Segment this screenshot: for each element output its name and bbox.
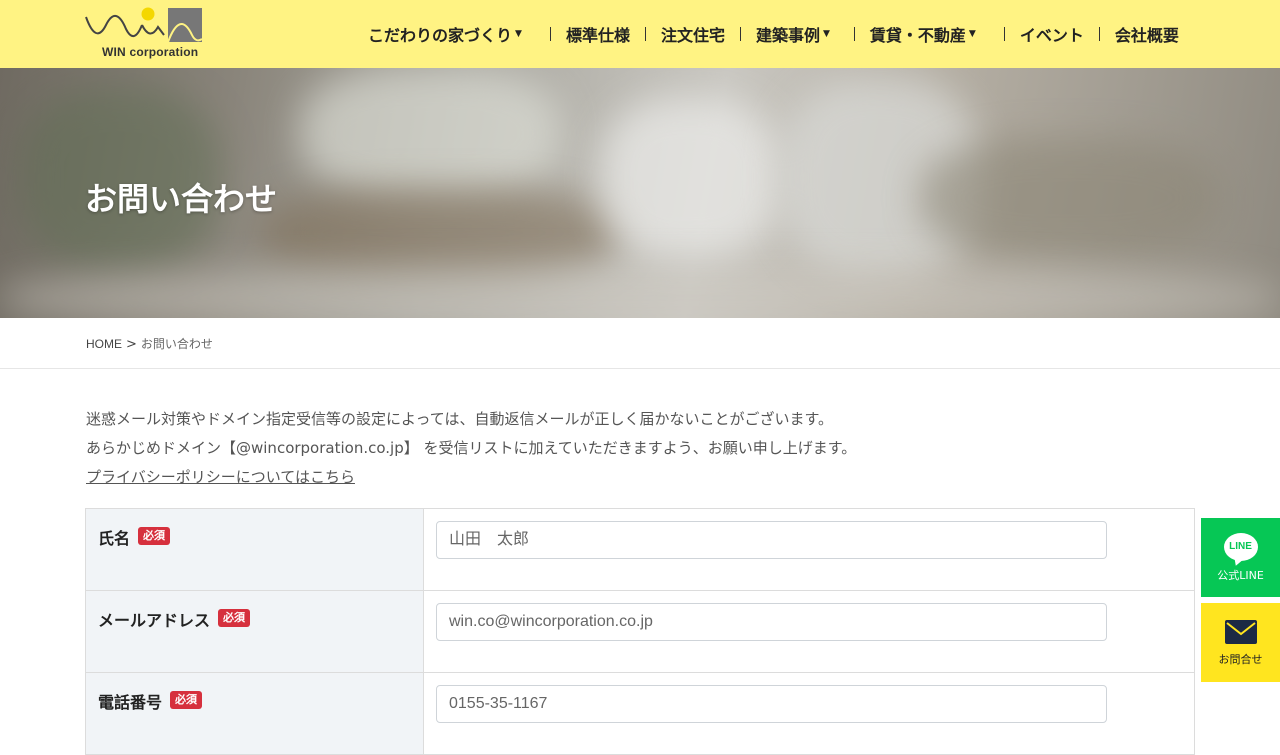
caret-down-icon: ▼ <box>822 29 830 39</box>
contact-button-label: お問合せ <box>1218 652 1263 666</box>
site-header: WIN corporation こだわりの家づくり ▼ 標準仕様 注文住宅 建築… <box>0 0 1280 68</box>
breadcrumb-current: お問い合わせ <box>140 337 213 351</box>
nav-label: イベント <box>1019 26 1084 45</box>
nav-label: 賃貸・不動産 <box>869 26 966 45</box>
nav-separator <box>1003 27 1005 41</box>
contact-button[interactable]: お問合せ <box>1201 603 1280 682</box>
nav-separator <box>1098 27 1100 41</box>
privacy-policy-link[interactable]: プライバシーポリシーについてはこちら <box>86 468 355 486</box>
logo-icon <box>85 7 203 43</box>
field-cell <box>424 509 1194 590</box>
required-badge: 必須 <box>170 691 203 709</box>
hero-background-blur <box>0 268 1280 318</box>
nav-item-rental[interactable]: 賃貸・不動産 ▼ <box>870 22 976 46</box>
name-input[interactable] <box>436 521 1107 559</box>
nav-item-company[interactable]: 会社概要 <box>1115 22 1179 46</box>
field-label: メールアドレス <box>98 611 211 630</box>
form-row-name: 氏名 必須 <box>86 509 1194 591</box>
nav-separator <box>853 27 855 41</box>
required-badge: 必須 <box>138 527 171 545</box>
line-icon-text: LINE <box>1229 541 1252 552</box>
field-label-cell: 氏名 必須 <box>86 509 424 590</box>
hero-background-blur <box>600 98 780 258</box>
form-row-phone: 電話番号 必須 <box>86 673 1194 755</box>
required-badge: 必須 <box>218 609 251 627</box>
field-cell <box>424 673 1194 754</box>
nav-label: 建築事例 <box>755 26 820 45</box>
field-label: 氏名 <box>98 529 131 548</box>
nav-label: 標準仕様 <box>565 26 630 45</box>
caret-down-icon: ▼ <box>968 29 976 39</box>
field-cell <box>424 591 1194 672</box>
hero-background-blur <box>260 188 620 278</box>
section-divider <box>0 368 1280 369</box>
logo-text: WIN corporation <box>102 45 199 59</box>
contact-form: 氏名 必須 メールアドレス 必須 電話番号 必須 <box>85 508 1195 755</box>
nav-item-custom-home[interactable]: 注文住宅 <box>661 22 725 46</box>
nav-label: 会社概要 <box>1114 26 1179 45</box>
breadcrumb: HOME > お問い合わせ <box>86 335 213 352</box>
nav-separator <box>549 27 551 41</box>
phone-input[interactable] <box>436 685 1107 723</box>
line-button-label: 公式LINE <box>1217 568 1264 582</box>
nav-item-events[interactable]: イベント <box>1020 22 1084 46</box>
line-icon: LINE <box>1223 532 1258 561</box>
breadcrumb-separator: > <box>126 337 137 352</box>
form-notice: 迷惑メール対策やドメイン指定受信等の設定によっては、自動返信メールが正しく届かな… <box>86 405 856 492</box>
breadcrumb-home-link[interactable]: HOME <box>86 337 122 351</box>
nav-item-works[interactable]: 建築事例 ▼ <box>756 22 830 46</box>
line-official-button[interactable]: LINE 公式LINE <box>1201 518 1280 597</box>
notice-line: あらかじめドメイン【@wincorporation.co.jp】 を受信リストに… <box>86 439 857 457</box>
hero-background-blur <box>920 138 1220 258</box>
email-input[interactable] <box>436 603 1107 641</box>
nav-item-kodawari[interactable]: こだわりの家づくり ▼ <box>368 22 522 46</box>
nav-separator <box>644 27 646 41</box>
nav-label: 注文住宅 <box>660 26 725 45</box>
logo[interactable]: WIN corporation <box>84 5 206 63</box>
main-nav: こだわりの家づくり ▼ 標準仕様 注文住宅 建築事例 ▼ 賃貸・不動産 ▼ イベ… <box>368 0 1179 68</box>
field-label: 電話番号 <box>98 693 163 712</box>
form-row-email: メールアドレス 必須 <box>86 591 1194 673</box>
nav-separator <box>739 27 741 41</box>
field-label-cell: メールアドレス 必須 <box>86 591 424 672</box>
mail-icon <box>1224 619 1257 644</box>
page-title: お問い合わせ <box>85 180 278 218</box>
notice-line: 迷惑メール対策やドメイン指定受信等の設定によっては、自動返信メールが正しく届かな… <box>86 410 834 428</box>
nav-item-standard-spec[interactable]: 標準仕様 <box>566 22 630 46</box>
nav-label: こだわりの家づくり <box>368 26 513 45</box>
caret-down-icon: ▼ <box>515 29 522 39</box>
hero-banner: お問い合わせ <box>0 68 1280 318</box>
field-label-cell: 電話番号 必須 <box>86 673 424 754</box>
hero-background-blur <box>300 68 560 198</box>
